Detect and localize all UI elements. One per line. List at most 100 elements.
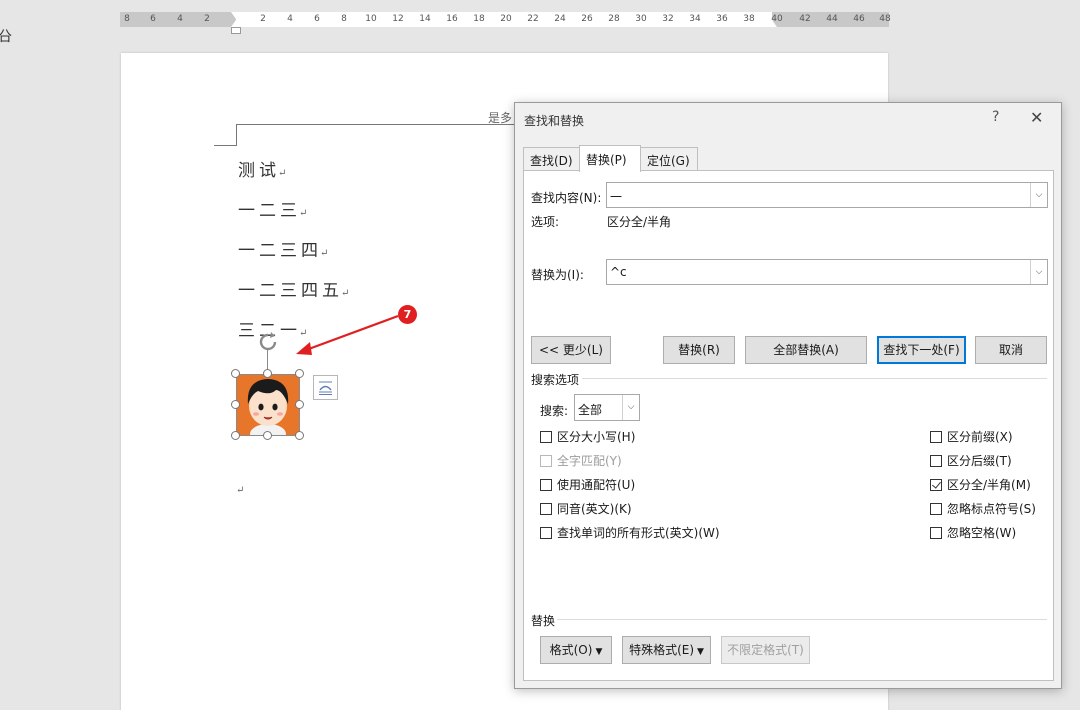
caret-down-icon: ▼ [595, 647, 603, 657]
doc-line-1[interactable]: 测试↵ [238, 156, 286, 181]
resize-handle-s[interactable] [263, 431, 272, 440]
ruler-number: 20 [500, 14, 512, 24]
special-format-button[interactable]: 特殊格式(E) ▼ [622, 636, 711, 664]
help-button[interactable]: ? [992, 109, 999, 125]
checkbox-option[interactable]: 使用通配符(U) [540, 476, 635, 493]
ruler-number: 22 [527, 14, 539, 24]
checkbox-label: 同音(英文)(K) [557, 502, 632, 516]
chevron-down-icon[interactable]: ⌵ [1030, 183, 1047, 207]
find-next-button[interactable]: 查找下一处(F) [877, 336, 966, 364]
ruler-number: 42 [799, 14, 811, 24]
ruler-number: 12 [392, 14, 404, 24]
header-text: 是多 [488, 111, 513, 125]
replace-input-value: ^c [610, 265, 627, 279]
ruler-number: 36 [716, 14, 728, 24]
checkbox-option[interactable]: 区分大小写(H) [540, 428, 635, 445]
ruler-number: 30 [635, 14, 647, 24]
ruler-number: 32 [662, 14, 674, 24]
ruler-number: 6 [314, 14, 320, 24]
horizontal-ruler[interactable]: 8 6 4 2 2 4 6 8 10 12 14 16 18 20 22 24 26 28 30 32 34 36 38 40… [120, 12, 891, 34]
margin-corner-vertical [236, 124, 237, 145]
cancel-button[interactable]: 取消 [975, 336, 1047, 364]
format-button-label: 格式(O) [549, 643, 593, 657]
replace-all-button[interactable]: 全部替换(A) [745, 336, 867, 364]
checkbox-box[interactable] [540, 430, 552, 443]
left-indent-marker[interactable] [231, 27, 241, 34]
replace-input[interactable]: ^c ⌵ [606, 259, 1048, 285]
checkbox-box[interactable] [930, 454, 942, 467]
ruler-number: 6 [150, 14, 156, 24]
ruler-number: 46 [853, 14, 865, 24]
checkbox-option[interactable]: 区分全/半角(M) [930, 476, 1031, 493]
paragraph-mark: ↵ [278, 168, 287, 179]
divider [582, 378, 1047, 379]
checkbox-box[interactable] [930, 502, 942, 515]
doc-line-3[interactable]: 一二三四↵ [238, 236, 328, 261]
checkbox-box[interactable] [540, 478, 552, 491]
doc-line-text: 一二三 [238, 201, 301, 221]
doc-line-4[interactable]: 一二三四五↵ [238, 276, 349, 301]
ruler-number: 44 [826, 14, 838, 24]
resize-handle-ne[interactable] [295, 369, 304, 378]
tab-find[interactable]: 查找(D) [523, 147, 580, 171]
replace-section-title: 替换 [531, 614, 556, 628]
checkbox-box [540, 454, 552, 467]
checkbox-label: 区分前缀(X) [947, 430, 1013, 444]
ruler-number: 48 [879, 14, 891, 24]
ruler-number: 4 [287, 14, 293, 24]
divider [557, 619, 1047, 620]
tab-replace[interactable]: 替换(P) [579, 145, 641, 172]
ruler-number: 38 [743, 14, 755, 24]
ruler-number: 2 [260, 14, 266, 24]
ruler-number: 26 [581, 14, 593, 24]
ruler-number: 4 [177, 14, 183, 24]
paragraph-mark: ↵ [320, 248, 329, 259]
resize-handle-e[interactable] [295, 400, 304, 409]
first-line-indent-marker[interactable] [231, 12, 241, 19]
hanging-indent-marker[interactable] [231, 20, 241, 27]
layout-options-button[interactable] [313, 375, 338, 400]
resize-handle-nw[interactable] [231, 369, 240, 378]
checkbox-box[interactable] [930, 430, 942, 443]
ruler-number: 28 [608, 14, 620, 24]
margin-corner-horizontal [214, 145, 237, 146]
right-indent-marker[interactable] [767, 20, 777, 27]
tab-goto[interactable]: 定位(G) [640, 147, 698, 171]
close-icon[interactable]: ✕ [1030, 108, 1043, 127]
checkbox-box[interactable] [930, 478, 942, 491]
checkbox-label: 区分全/半角(M) [947, 478, 1031, 492]
replace-label: 替换为(I): [531, 268, 584, 282]
ruler-number: 14 [419, 14, 431, 24]
replace-button[interactable]: 替换(R) [663, 336, 735, 364]
checkbox-option[interactable]: 区分前缀(X) [930, 428, 1013, 445]
format-button[interactable]: 格式(O) ▼ [540, 636, 612, 664]
resize-handle-sw[interactable] [231, 431, 240, 440]
no-format-button[interactable]: 不限定格式(T) [721, 636, 810, 664]
checkbox-box[interactable] [540, 526, 552, 539]
checkbox-option[interactable]: 同音(英文)(K) [540, 500, 632, 517]
less-button[interactable]: << 更少(L) [531, 336, 611, 364]
step-number-badge: 7 [398, 305, 417, 324]
paragraph-mark: ↵ [299, 208, 308, 219]
checkbox-box[interactable] [540, 502, 552, 515]
checkbox-box[interactable] [930, 526, 942, 539]
resize-handle-se[interactable] [295, 431, 304, 440]
search-scope-select[interactable]: 全部 ⌵ [574, 394, 640, 421]
checkbox-option[interactable]: 忽略标点符号(S) [930, 500, 1036, 517]
chevron-down-icon[interactable]: ⌵ [622, 395, 639, 420]
layout-options-icon [319, 381, 332, 395]
checkbox-option[interactable]: 忽略空格(W) [930, 524, 1016, 541]
side-glyph: 㕣 [0, 29, 12, 45]
checkbox-option[interactable]: 查找单词的所有形式(英文)(W) [540, 524, 720, 541]
empty-paragraph[interactable]: ↵ [236, 478, 244, 498]
find-replace-dialog: 查找和替换 ? ✕ 查找(D) 替换(P) 定位(G) 查找内容(N): 一 ⌵… [514, 102, 1062, 689]
checkbox-option[interactable]: 区分后缀(T) [930, 452, 1012, 469]
dialog-title: 查找和替换 [524, 114, 585, 128]
rotate-handle-icon[interactable] [257, 331, 279, 353]
find-input[interactable]: 一 ⌵ [606, 182, 1048, 208]
resize-handle-w[interactable] [231, 400, 240, 409]
resize-handle-n[interactable] [263, 369, 272, 378]
doc-line-2[interactable]: 一二三↵ [238, 196, 307, 221]
ruler-number: 34 [689, 14, 701, 24]
chevron-down-icon[interactable]: ⌵ [1030, 260, 1047, 284]
